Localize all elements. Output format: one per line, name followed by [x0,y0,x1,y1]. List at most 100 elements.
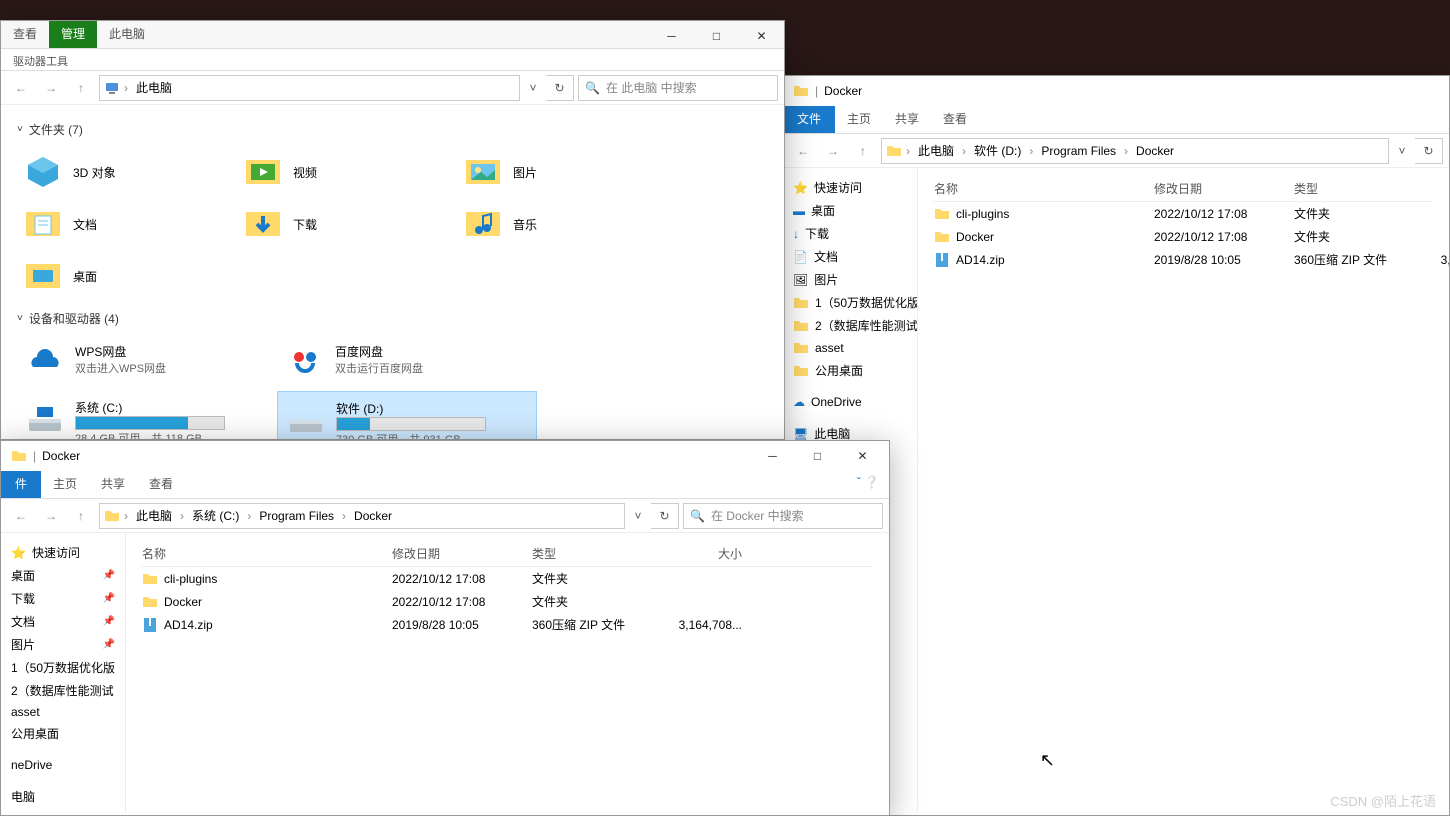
side-downloads[interactable]: 下载📌 [5,587,121,610]
col-date[interactable]: 修改日期 [1154,180,1294,197]
crumb-this-pc[interactable]: 此电脑 [914,139,958,163]
tab-home[interactable]: 主页 [835,106,883,133]
folder-3d-objects[interactable]: 3D 对象 [17,146,237,198]
search-input[interactable]: 🔍 在 此电脑 中搜索 [578,75,778,101]
side-public-desktop[interactable]: 公用桌面 [5,722,121,745]
crumb-drive[interactable]: 系统 (C:) [188,504,243,528]
minimize-button[interactable]: ─ [649,21,694,51]
nav-up[interactable]: ↑ [67,503,95,529]
crumb-this-pc[interactable]: 此电脑 [132,76,176,100]
address-bar[interactable]: ›此电脑 ›系统 (C:) ›Program Files ›Docker [99,503,625,529]
col-name[interactable]: 名称 [934,180,1154,197]
side-asset[interactable]: asset [5,702,121,722]
drive-d[interactable]: 软件 (D:) 730 GB 可用，共 931 GB [277,391,537,439]
titlebar[interactable]: | Docker [783,76,1449,106]
side-pictures[interactable]: 图片📌 [5,633,121,656]
folder-videos[interactable]: 视频 [237,146,457,198]
nav-up[interactable]: ↑ [849,138,877,164]
side-pictures[interactable]: 🖼图片 [787,268,913,291]
tab-view[interactable]: 查看 [931,106,979,133]
col-size[interactable]: 大小 [652,545,742,562]
drive-baidu[interactable]: 百度网盘 双击运行百度网盘 [277,335,537,391]
address-dropdown[interactable]: ˅ [1393,138,1411,164]
refresh-button[interactable]: ↻ [1415,138,1443,164]
side-asset[interactable]: asset [787,337,913,359]
nav-back[interactable]: ← [7,503,35,529]
table-row[interactable]: cli-plugins2022/10/12 17:08文件夹 [934,202,1433,225]
side-downloads[interactable]: ↓下载 [787,222,913,245]
close-button[interactable]: ✕ [739,21,784,51]
tab-manage[interactable]: 管理 [49,21,97,48]
folder-pictures[interactable]: 图片 [457,146,677,198]
col-name[interactable]: 名称 [142,545,392,562]
col-size[interactable]: 大小 [1414,180,1449,197]
crumb-docker[interactable]: Docker [1132,139,1178,163]
tab-share[interactable]: 共享 [89,471,137,498]
folder-desktop[interactable]: 桌面 [17,250,237,302]
crumb-this-pc[interactable]: 此电脑 [132,504,176,528]
address-bar[interactable]: ›此电脑 ›软件 (D:) ›Program Files ›Docker [881,138,1389,164]
address-bar[interactable]: › 此电脑 [99,75,520,101]
table-row[interactable]: AD14.zip2019/8/28 10:05360压缩 ZIP 文件3,164… [142,613,873,636]
folder-downloads[interactable]: 下载 [237,198,457,250]
nav-back[interactable]: ← [789,138,817,164]
address-dropdown[interactable]: ˅ [629,503,647,529]
minimize-button[interactable]: ─ [750,441,795,471]
side-folder-1[interactable]: 1（50万数据优化版 [5,656,121,679]
nav-back[interactable]: ← [7,75,35,101]
tab-view[interactable]: 查看 [1,21,49,48]
nav-forward[interactable]: → [819,138,847,164]
table-row[interactable]: Docker2022/10/12 17:08文件夹 [934,225,1433,248]
folder-documents[interactable]: 文档 [17,198,237,250]
drive-c[interactable]: 系统 (C:) 28.4 GB 可用，共 118 GB [17,391,277,439]
tab-share[interactable]: 共享 [883,106,931,133]
nav-up[interactable]: ↑ [67,75,95,101]
crumb-program-files[interactable]: Program Files [255,504,338,528]
nav-forward[interactable]: → [37,75,65,101]
crumb-program-files[interactable]: Program Files [1037,139,1120,163]
drive-wps[interactable]: WPS网盘 双击进入WPS网盘 [17,335,277,391]
address-bar-row: ← → ↑ ›此电脑 ›软件 (D:) ›Program Files ›Dock… [783,134,1449,168]
crumb-docker[interactable]: Docker [350,504,396,528]
maximize-button[interactable]: □ [694,21,739,51]
group-header-drives[interactable]: ˅ 设备和驱动器 (4) [17,302,768,335]
tab-view[interactable]: 查看 [137,471,185,498]
side-public-desktop[interactable]: 公用桌面 [787,359,913,382]
side-this-pc[interactable]: 电脑 [5,785,121,808]
crumb-drive[interactable]: 软件 (D:) [970,139,1025,163]
tab-file[interactable]: 文件 [783,106,835,133]
side-onedrive[interactable]: ☁OneDrive [787,392,913,412]
side-folder-2[interactable]: 2（数据库性能测试 [5,679,121,702]
folder-music[interactable]: 音乐 [457,198,677,250]
refresh-button[interactable]: ↻ [546,75,574,101]
tab-drive-tools[interactable]: 驱动器工具 [1,49,80,70]
tab-home[interactable]: 主页 [41,471,89,498]
side-desktop[interactable]: ▬桌面 [787,199,913,222]
side-quick-access[interactable]: ⭐快速访问 [5,541,121,564]
side-onedrive[interactable]: neDrive [5,755,121,775]
side-folder-1[interactable]: 1（50万数据优化版 [787,291,913,314]
side-desktop[interactable]: 桌面📌 [5,564,121,587]
tab-thispc[interactable]: 此电脑 [97,21,157,48]
group-header-folders[interactable]: ˅ 文件夹 (7) [17,113,768,146]
nav-forward[interactable]: → [37,503,65,529]
refresh-button[interactable]: ↻ [651,503,679,529]
col-date[interactable]: 修改日期 [392,545,532,562]
search-input[interactable]: 🔍 在 Docker 中搜索 [683,503,883,529]
help-icon[interactable]: ˇ ❔ [847,471,889,498]
side-quick-access[interactable]: ⭐快速访问 [787,176,913,199]
col-type[interactable]: 类型 [1294,180,1414,197]
maximize-button[interactable]: □ [795,441,840,471]
col-type[interactable]: 类型 [532,545,652,562]
side-folder-2[interactable]: 2（数据库性能测试 [787,314,913,337]
titlebar[interactable]: | Docker ─ □ ✕ [1,441,889,471]
chevron-down-icon: ˅ [17,313,23,324]
table-row[interactable]: cli-plugins2022/10/12 17:08文件夹 [142,567,873,590]
address-dropdown[interactable]: ˅ [524,75,542,101]
table-row[interactable]: Docker2022/10/12 17:08文件夹 [142,590,873,613]
side-documents[interactable]: 📄文档 [787,245,913,268]
close-button[interactable]: ✕ [840,441,885,471]
table-row[interactable]: AD14.zip2019/8/28 10:05360压缩 ZIP 文件3,164… [934,248,1433,271]
tab-file[interactable]: 件 [1,471,41,498]
side-documents[interactable]: 文档📌 [5,610,121,633]
